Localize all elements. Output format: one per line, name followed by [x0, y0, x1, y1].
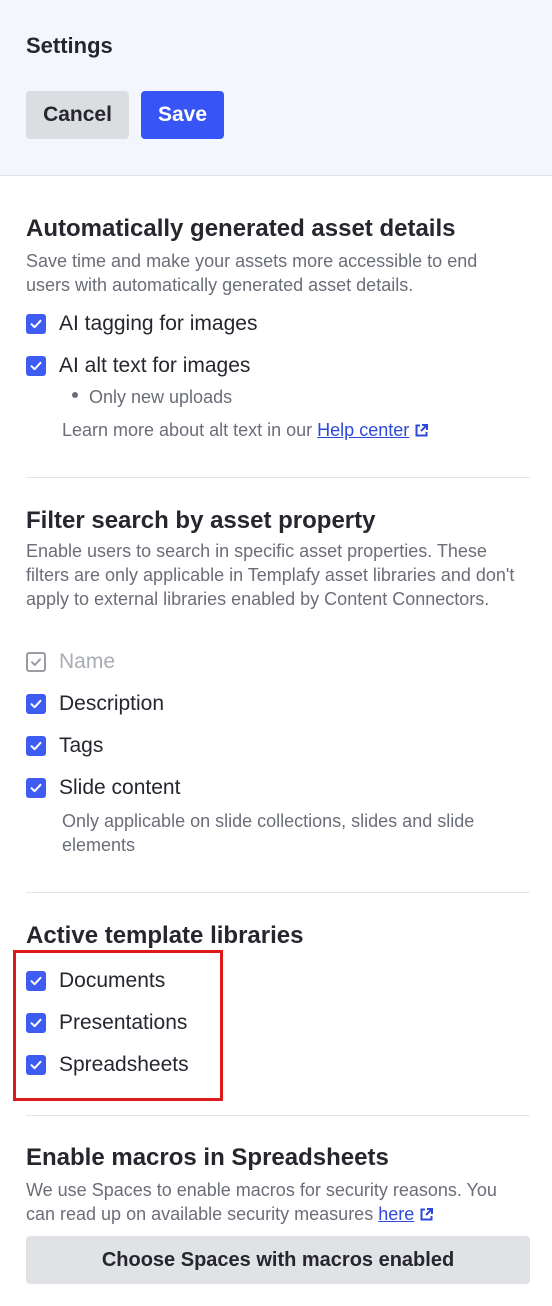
section-title-template-libraries: Active template libraries — [26, 922, 304, 949]
section-divider — [26, 892, 530, 893]
choose-spaces-button[interactable]: Choose Spaces with macros enabled — [26, 1236, 530, 1284]
bullet-text: Only new uploads — [89, 387, 233, 407]
ai-alt-text-label: AI alt text for images — [59, 354, 251, 377]
learn-more-text: Learn more about alt text in our — [62, 420, 313, 440]
only-new-uploads-bullet: Only new uploads — [72, 387, 232, 408]
security-measures-link[interactable]: here — [378, 1204, 414, 1224]
bullet-icon — [72, 391, 78, 398]
name-label: Name — [59, 650, 116, 673]
section-description-macros: We use Spaces to enable macros for secur… — [26, 1178, 526, 1226]
slide-content-checkbox-row[interactable]: Slide content — [26, 775, 180, 801]
external-link-icon[interactable] — [415, 424, 429, 437]
help-center-link[interactable]: Help center — [317, 420, 409, 440]
section-divider — [26, 1115, 530, 1116]
tags-checkbox-row[interactable]: Tags — [26, 733, 103, 759]
checkbox-checked-icon[interactable] — [26, 778, 46, 798]
checkbox-checked-icon[interactable] — [26, 356, 46, 376]
section-divider — [26, 477, 530, 478]
tags-label: Tags — [59, 734, 104, 757]
slide-content-label: Slide content — [59, 776, 181, 799]
name-checkbox-row: Name — [26, 649, 115, 675]
checkbox-checked-icon[interactable] — [26, 694, 46, 714]
section-description-filter-search: Enable users to search in specific asset… — [26, 541, 515, 609]
section-title-filter-search: Filter search by asset property — [26, 507, 376, 534]
page-title: Settings — [26, 33, 113, 58]
description-label: Description — [59, 692, 165, 715]
checkbox-disabled-icon — [26, 652, 46, 672]
save-button[interactable]: Save — [141, 91, 224, 139]
ai-tagging-label: AI tagging for images — [59, 312, 258, 335]
section-title-macros: Enable macros in Spreadsheets — [26, 1144, 389, 1171]
description-checkbox-row[interactable]: Description — [26, 691, 164, 717]
settings-header: Settings Cancel Save — [0, 0, 552, 176]
section-title-auto-details: Automatically generated asset details — [26, 215, 456, 242]
highlight-box — [13, 950, 223, 1101]
checkbox-checked-icon[interactable] — [26, 736, 46, 756]
checkbox-checked-icon[interactable] — [26, 314, 46, 334]
section-description-auto-details: Save time and make your assets more acce… — [26, 251, 478, 295]
slide-content-note: Only applicable on slide collections, sl… — [62, 811, 475, 855]
external-link-icon[interactable] — [420, 1208, 434, 1221]
alt-text-learn-more: Learn more about alt text in our Help ce… — [62, 418, 429, 442]
ai-tagging-checkbox-row[interactable]: AI tagging for images — [26, 311, 257, 337]
cancel-button[interactable]: Cancel — [26, 91, 129, 139]
ai-alt-text-checkbox-row[interactable]: AI alt text for images — [26, 353, 250, 379]
